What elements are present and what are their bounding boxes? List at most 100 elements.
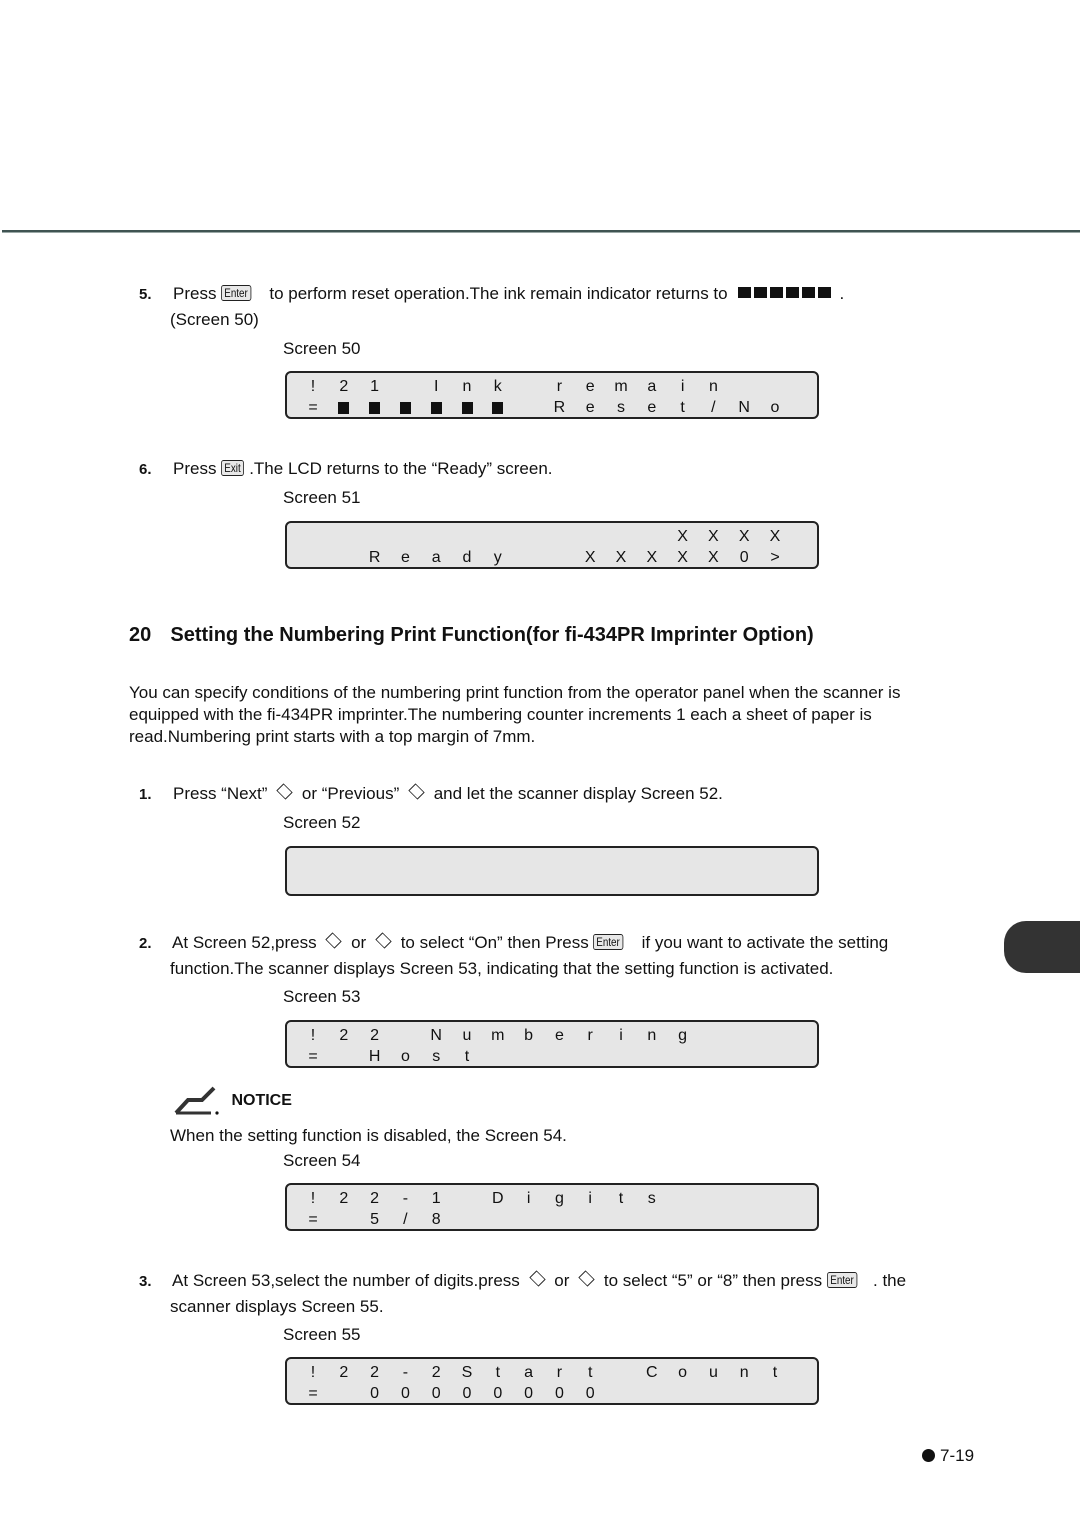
lcd-row-1: ! 2 1 In k r e m a i n xyxy=(287,377,817,397)
screen-caption: Screen 53 xyxy=(283,987,361,1006)
lcd-char: t xyxy=(464,1048,470,1065)
lcd-char: 2 xyxy=(370,1190,380,1207)
lcd-char: 2 xyxy=(370,1364,380,1381)
lcd-char: X xyxy=(677,528,688,545)
lcd-char: n xyxy=(708,378,718,395)
step-text: At Screen 52,press xyxy=(172,933,317,952)
lcd-char: ! xyxy=(310,1190,316,1207)
lcd-char: 0 xyxy=(400,1385,410,1402)
step-5: 5. Press Enter to perform reset operatio… xyxy=(139,283,844,306)
lcd-char: 0 xyxy=(462,1385,472,1402)
enter-key-icon: Enter xyxy=(593,934,624,950)
lcd-char: n xyxy=(739,1364,749,1381)
lcd-block-icon xyxy=(395,398,415,414)
notice-heading: NOTICE xyxy=(173,1086,292,1116)
lcd-char: 2 xyxy=(339,1190,349,1207)
lcd-char: = xyxy=(308,1385,318,1402)
step-text: .The LCD returns to the “Ready” screen. xyxy=(249,459,553,478)
lcd-char: n xyxy=(647,1027,657,1044)
step-number: 2. xyxy=(139,935,152,952)
lcd-char: N xyxy=(430,1027,442,1044)
lcd-block-icon xyxy=(457,398,477,414)
previous-button-icon xyxy=(408,783,425,800)
section-number: 20 xyxy=(129,624,152,646)
step-number: 6. xyxy=(139,461,152,478)
lcd-char: g xyxy=(678,1027,688,1044)
lcd-screen-54: ! 2 2 - 1 Di g i t s = 5 / 8 xyxy=(285,1183,819,1231)
lcd-char: X xyxy=(708,528,719,545)
step-text: Press xyxy=(172,459,217,478)
lcd-char: s xyxy=(647,1190,656,1207)
lcd-char: ! xyxy=(310,378,316,395)
header-rule xyxy=(2,230,1080,232)
step-text: . the xyxy=(873,1271,907,1290)
lcd-char: t xyxy=(680,399,685,416)
lcd-char: a xyxy=(647,378,657,395)
enter-key-icon: Enter xyxy=(826,1272,857,1288)
lcd-char: e xyxy=(647,399,657,416)
step-number: 1. xyxy=(139,786,152,803)
next-button-icon xyxy=(325,932,343,949)
lcd-char: n xyxy=(462,378,472,395)
lcd-char: i xyxy=(526,1190,531,1207)
lcd-char: 2 xyxy=(370,1027,380,1044)
lcd-char: 0 xyxy=(370,1385,380,1402)
enter-key-icon: Enter xyxy=(221,285,252,301)
lcd-row-2: = Ho s t xyxy=(287,1047,817,1067)
lcd-char: 1 xyxy=(431,1190,441,1207)
next-button-icon xyxy=(276,783,293,800)
lcd-char: 0 xyxy=(554,1385,564,1402)
lcd-block-icon xyxy=(334,398,354,414)
lcd-screen-53: ! 2 2 Nu m b e r i n g = Ho s t xyxy=(285,1020,819,1068)
step-6: 6. Press Exit .The LCD returns to the “Re… xyxy=(139,458,553,481)
lcd-char: u xyxy=(462,1027,472,1044)
lcd-char: e xyxy=(585,399,595,416)
lcd-char: ! xyxy=(310,1364,316,1381)
lcd-row-2 xyxy=(287,873,817,893)
lcd-char: 5 xyxy=(370,1211,380,1228)
lcd-char: 2 xyxy=(339,378,349,395)
lcd-char: r xyxy=(556,1364,563,1381)
step-1: 1. Press “Next” or “Previous” and let th… xyxy=(139,783,723,806)
lcd-char: X xyxy=(677,549,688,566)
lcd-char: a xyxy=(524,1364,534,1381)
step-text: or xyxy=(554,1271,570,1290)
exit-key-icon: Exit xyxy=(221,460,245,476)
lcd-char: o xyxy=(770,399,780,416)
step-text: to select “On” then Press xyxy=(400,933,589,952)
lcd-char: X xyxy=(646,549,658,566)
lcd-screen-50: ! 2 1 In k r e m a i n = Re s e t / No xyxy=(285,371,819,419)
lcd-char: D xyxy=(492,1190,504,1207)
ink-indicator-blocks-icon xyxy=(738,285,839,302)
lcd-char: t xyxy=(495,1364,501,1381)
page-number: 7-19 xyxy=(922,1446,974,1466)
lcd-char: > xyxy=(770,549,780,566)
lcd-char: - xyxy=(402,1364,409,1381)
lcd-char: t xyxy=(587,1364,593,1381)
lcd-row-2: = 5 / 8 xyxy=(287,1210,817,1230)
notice-pencil-icon xyxy=(174,1086,219,1115)
lcd-char: y xyxy=(493,549,502,566)
lcd-char: / xyxy=(711,399,716,416)
lcd-char: N xyxy=(738,399,750,416)
lcd-char: m xyxy=(614,378,628,395)
step-text: and let the scanner display Screen 52. xyxy=(433,784,723,803)
lcd-row-1: ! 2 2 - 1 Di g i t s xyxy=(287,1189,817,1209)
lcd-char: s xyxy=(617,399,625,416)
lcd-char: u xyxy=(708,1364,718,1381)
lcd-row-1: XXXX xyxy=(287,527,817,547)
step-2: 2. At Screen 52,press or to select “On” … xyxy=(139,932,888,955)
lcd-char: 0 xyxy=(524,1385,534,1402)
lcd-char: a xyxy=(431,549,441,566)
page-number-text: 7-19 xyxy=(940,1446,975,1465)
chapter-tab xyxy=(1004,921,1080,973)
lcd-char: o xyxy=(400,1048,410,1065)
step-text: or xyxy=(351,933,367,952)
next-button-icon xyxy=(528,1270,546,1287)
lcd-row-2: Re a d y X X X X X 0 > xyxy=(287,548,817,568)
lcd-char: e xyxy=(400,549,410,566)
step-5-line2: (Screen 50) xyxy=(170,310,259,329)
step-text: to perform reset operation.The ink remai… xyxy=(269,284,728,303)
lcd-char: = xyxy=(308,399,318,416)
step-text: if you want to activate the setting xyxy=(641,933,889,952)
